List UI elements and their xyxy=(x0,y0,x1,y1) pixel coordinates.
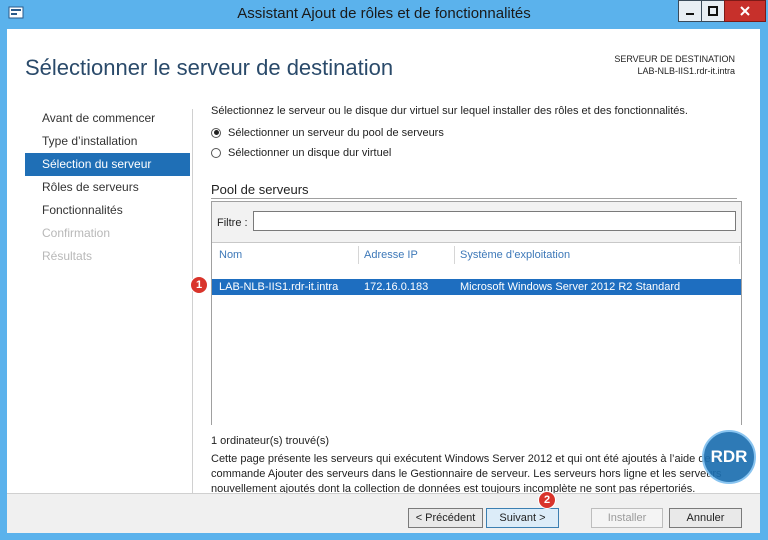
radio-server-pool-label: Sélectionner un serveur du pool de serve… xyxy=(228,126,444,139)
nav-item-installation-type[interactable]: Type d’installation xyxy=(25,130,190,153)
column-header-os[interactable]: Système d’exploitation xyxy=(460,249,570,261)
server-pool-panel: Filtre : Nom Adresse IP Système d’exploi… xyxy=(211,201,742,426)
server-list[interactable]: Nom Adresse IP Système d’exploitation LA… xyxy=(212,242,741,426)
close-button[interactable] xyxy=(724,0,766,22)
maximize-button[interactable] xyxy=(701,0,725,22)
radio-vhd-label: Sélectionner un disque dur virtuel xyxy=(228,146,392,159)
server-selection-content: Sélectionnez le serveur ou le disque dur… xyxy=(211,105,745,495)
destination-server-value: LAB-NLB-IIS1.rdr-it.intra xyxy=(637,66,735,76)
maximize-icon xyxy=(708,6,718,16)
nav-item-before-you-begin[interactable]: Avant de commencer xyxy=(25,107,190,130)
previous-button[interactable]: < Précédent xyxy=(408,508,483,528)
minimize-icon xyxy=(686,13,694,15)
pool-description: Cette page présente les serveurs qui exé… xyxy=(211,453,723,495)
nav-item-confirmation: Confirmation xyxy=(42,226,111,240)
nav-item-server-roles[interactable]: Rôles de serveurs xyxy=(25,176,190,199)
radio-vhd-option[interactable]: Sélectionner un disque dur virtuel xyxy=(211,146,745,159)
wizard-window: Assistant Ajout de rôles et de fonctionn… xyxy=(0,0,768,540)
nav-item-features[interactable]: Fonctionnalités xyxy=(25,199,190,222)
next-button[interactable]: Suivant > xyxy=(486,508,559,528)
close-icon xyxy=(740,6,750,16)
wizard-steps-nav: Avant de commencer Type d’installation S… xyxy=(25,107,190,268)
servers-found-count: 1 ordinateur(s) trouvé(s) xyxy=(211,435,329,447)
destination-server-label: SERVEUR DE DESTINATION xyxy=(614,54,735,64)
column-separator xyxy=(739,246,740,264)
cell-operating-system: Microsoft Windows Server 2012 R2 Standar… xyxy=(460,281,681,293)
nav-divider xyxy=(192,109,193,493)
column-header-name[interactable]: Nom xyxy=(219,249,242,261)
wizard-client-area: Sélectionner le serveur de destination S… xyxy=(7,29,760,533)
title-bar[interactable]: Assistant Ajout de rôles et de fonctionn… xyxy=(0,0,768,28)
nav-item-server-selection[interactable]: Sélection du serveur xyxy=(25,153,190,176)
column-separator[interactable] xyxy=(358,246,359,264)
radio-vhd[interactable] xyxy=(211,147,221,158)
column-separator[interactable] xyxy=(454,246,455,264)
annotation-badge-2: 2 xyxy=(538,491,556,509)
install-button: Installer xyxy=(591,508,663,528)
radio-server-pool[interactable] xyxy=(211,127,221,138)
column-header-ip[interactable]: Adresse IP xyxy=(364,249,418,261)
rdr-watermark-logo: RDR xyxy=(702,430,756,484)
radio-server-pool-option[interactable]: Sélectionner un serveur du pool de serve… xyxy=(211,126,745,139)
annotation-badge-1: 1 xyxy=(190,276,208,294)
server-list-header: Nom Adresse IP Système d’exploitation xyxy=(212,243,741,268)
server-pool-title-underline xyxy=(211,198,737,199)
window-title: Assistant Ajout de rôles et de fonctionn… xyxy=(237,5,531,22)
nav-item-results: Résultats xyxy=(42,249,93,263)
table-row[interactable]: LAB-NLB-IIS1.rdr-it.intra 172.16.0.183 M… xyxy=(212,279,741,295)
instruction-text: Sélectionnez le serveur ou le disque dur… xyxy=(211,105,688,117)
cell-server-name: LAB-NLB-IIS1.rdr-it.intra xyxy=(219,281,339,293)
minimize-button[interactable] xyxy=(678,0,702,22)
page-title: Sélectionner le serveur de destination xyxy=(25,55,394,80)
filter-label: Filtre : xyxy=(217,217,248,229)
filter-input[interactable] xyxy=(253,211,736,231)
cell-ip-address: 172.16.0.183 xyxy=(364,281,429,293)
wizard-footer: < Précédent Suivant > Installer Annuler … xyxy=(7,491,760,533)
logo-text: RDR xyxy=(710,447,748,466)
server-pool-title: Pool de serveurs xyxy=(211,182,309,197)
cancel-button[interactable]: Annuler xyxy=(669,508,742,528)
